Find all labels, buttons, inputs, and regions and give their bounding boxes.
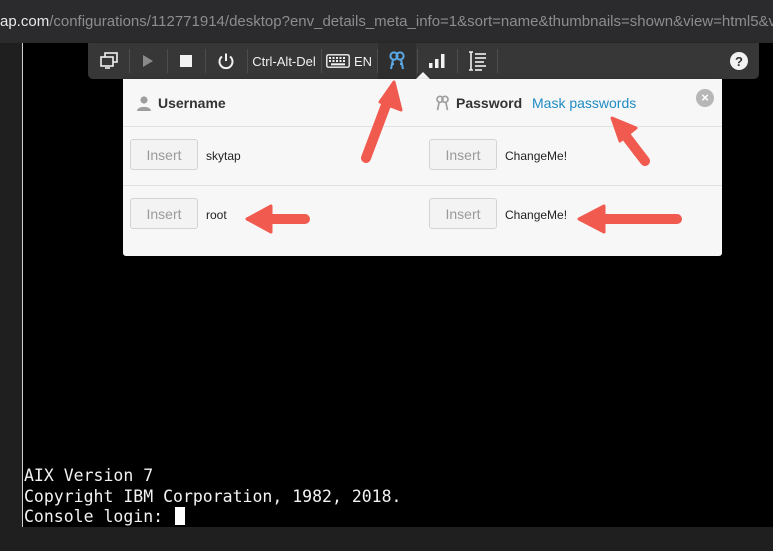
username-value: skytap bbox=[206, 149, 241, 163]
help-button[interactable]: ? bbox=[724, 43, 754, 79]
insert-username-button[interactable]: Insert bbox=[130, 198, 198, 229]
browser-url-bar[interactable]: ap.com/configurations/112771914/desktop?… bbox=[0, 0, 773, 43]
url-host: ap.com bbox=[0, 13, 50, 30]
stop-button[interactable] bbox=[168, 43, 204, 79]
terminal-line-1: AIX Version 7 bbox=[24, 466, 154, 485]
power-button[interactable] bbox=[206, 43, 246, 79]
url-path: /configurations/112771914/desktop?env_de… bbox=[49, 13, 773, 30]
help-icon: ? bbox=[730, 52, 748, 70]
password-header: Password bbox=[435, 79, 522, 127]
panel-pointer bbox=[416, 72, 430, 79]
keys-icon bbox=[436, 95, 449, 110]
terminal-line-2: Copyright IBM Corporation, 1982, 2018. bbox=[24, 486, 402, 506]
user-icon bbox=[137, 96, 151, 111]
bottom-strip bbox=[0, 527, 773, 551]
username-value: root bbox=[206, 208, 227, 222]
ctrl-alt-del-button[interactable]: Ctrl-Alt-Del bbox=[248, 43, 320, 79]
password-header-label: Password bbox=[456, 95, 523, 111]
username-header-label: Username bbox=[158, 95, 226, 111]
text-lines-icon bbox=[469, 51, 486, 71]
mask-passwords-link[interactable]: Mask passwords bbox=[532, 79, 636, 127]
keyboard-icon bbox=[326, 54, 350, 68]
play-icon bbox=[143, 55, 153, 67]
play-button[interactable] bbox=[130, 43, 166, 79]
switch-display-button[interactable] bbox=[92, 43, 126, 79]
insert-password-button[interactable]: Insert bbox=[429, 139, 497, 170]
terminal-output: AIX Version 7 Copyright IBM Corporation,… bbox=[24, 466, 402, 528]
clipboard-text-button[interactable] bbox=[458, 43, 496, 79]
password-value: ChangeMe! bbox=[505, 208, 568, 222]
credentials-panel: Username Password Mask passwords × Inser… bbox=[123, 79, 722, 256]
keyboard-language-button[interactable]: EN bbox=[322, 43, 376, 79]
keys-icon bbox=[389, 51, 405, 70]
password-value: ChangeMe! bbox=[505, 149, 568, 163]
username-header: Username bbox=[136, 79, 226, 127]
credentials-button[interactable] bbox=[378, 43, 416, 79]
monitors-icon bbox=[100, 52, 118, 69]
keyboard-language-label: EN bbox=[353, 53, 373, 69]
divider bbox=[123, 185, 722, 186]
insert-password-button[interactable]: Insert bbox=[429, 198, 497, 229]
terminal-line-3: Console login: bbox=[24, 507, 174, 526]
close-icon[interactable]: × bbox=[696, 89, 714, 107]
insert-username-button[interactable]: Insert bbox=[130, 139, 198, 170]
terminal-cursor bbox=[175, 507, 186, 525]
stop-icon bbox=[180, 55, 192, 67]
divider bbox=[123, 126, 722, 127]
power-icon bbox=[218, 53, 234, 70]
signal-bars-icon bbox=[429, 54, 445, 68]
